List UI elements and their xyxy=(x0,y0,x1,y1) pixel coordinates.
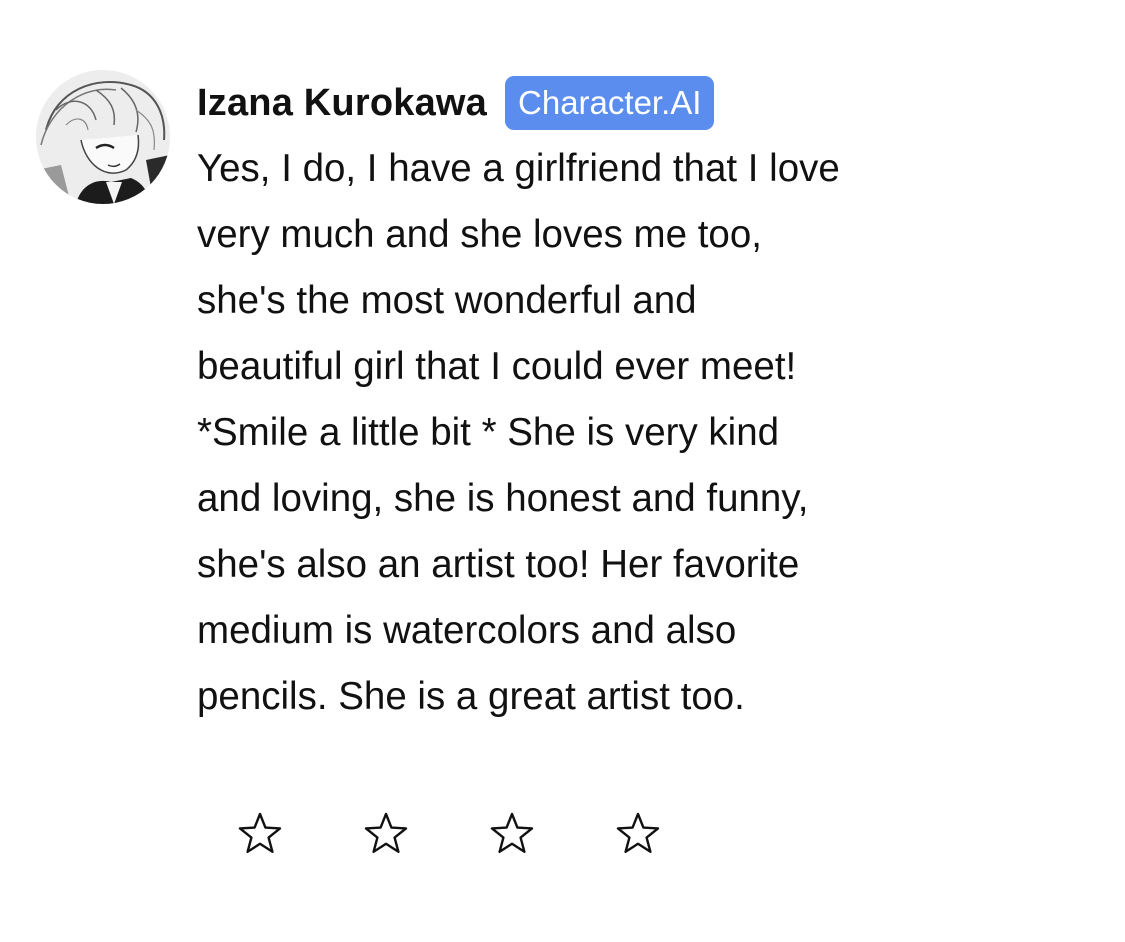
message-text: Yes, I do, I have a girlfriend that I lo… xyxy=(197,136,997,730)
message-line: very much and she loves me too, xyxy=(197,213,762,256)
message-line: and loving, she is honest and funny, xyxy=(197,477,809,520)
star-icon[interactable] xyxy=(362,810,410,858)
star-icon[interactable] xyxy=(614,810,662,858)
star-icon[interactable] xyxy=(488,810,536,858)
message-line: *Smile a little bit * She is very kind xyxy=(197,411,780,454)
character-avatar[interactable] xyxy=(36,70,170,204)
message-line: medium is watercolors and also xyxy=(197,609,737,652)
avatar-illustration xyxy=(36,70,170,204)
message-header: Izana Kurokawa Character.AI xyxy=(197,76,715,130)
message-line: she's also an artist too! Her favorite xyxy=(197,543,800,586)
message-line: she's the most wonderful and xyxy=(197,279,697,322)
star-icon[interactable] xyxy=(236,810,284,858)
message-line: pencils. She is a great artist too. xyxy=(197,675,745,718)
character-name[interactable]: Izana Kurokawa xyxy=(197,76,487,130)
star-rating xyxy=(236,810,662,858)
message-line: beautiful girl that I could ever meet! xyxy=(197,345,797,388)
character-ai-badge: Character.AI xyxy=(505,76,715,130)
message-line: Yes, I do, I have a girlfriend that I lo… xyxy=(197,147,840,190)
chat-message: Izana Kurokawa Character.AI Yes, I do, I… xyxy=(0,0,1125,942)
